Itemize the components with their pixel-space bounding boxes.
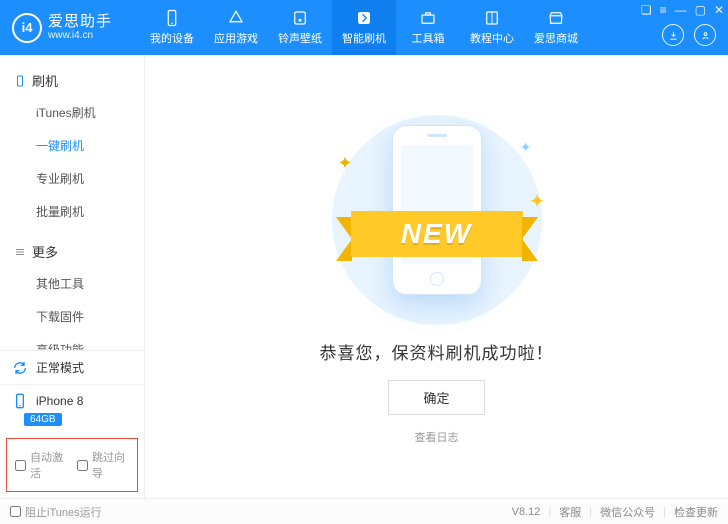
view-log-link[interactable]: 查看日志 — [415, 429, 459, 445]
sidebar: 刷机 iTunes刷机 一键刷机 专业刷机 批量刷机 更多 其他工具 下载固件 … — [0, 55, 145, 498]
bottom-options-box: 自动激活 跳过向导 — [6, 438, 138, 492]
sidebar-group-flash: 刷机 — [0, 65, 144, 96]
mode-label: 正常模式 — [36, 359, 84, 376]
support-link[interactable]: 客服 — [559, 504, 581, 520]
tab-my-device[interactable]: 我的设备 — [140, 0, 204, 55]
new-ribbon: NEW — [332, 205, 542, 263]
sparkle-icon: ✦ — [338, 153, 353, 174]
user-button[interactable] — [694, 24, 716, 46]
sidebar-item-download-firmware[interactable]: 下载固件 — [0, 300, 144, 333]
user-icon — [700, 30, 711, 41]
header-tabs: 我的设备 应用游戏 铃声壁纸 智能刷机 工具箱 教程中心 爱思商城 — [140, 0, 588, 55]
menu-icon[interactable]: ≡ — [660, 3, 667, 17]
wechat-link[interactable]: 微信公众号 — [600, 504, 655, 520]
check-update-link[interactable]: 检查更新 — [674, 504, 718, 520]
header-right-icons — [662, 24, 716, 46]
mode-row[interactable]: 正常模式 — [0, 351, 144, 385]
flash-icon — [355, 9, 373, 27]
minimize-button[interactable]: — — [675, 3, 687, 17]
app-name: 爱思助手 — [48, 13, 112, 30]
header: i4 爱思助手 www.i4.cn 我的设备 应用游戏 铃声壁纸 智能刷机 工具… — [0, 0, 728, 55]
capacity-badge: 64GB — [24, 413, 62, 426]
success-message: 恭喜您，保资料刷机成功啦！ — [320, 339, 554, 364]
tab-shop[interactable]: 爱思商城 — [524, 0, 588, 55]
checkbox-input[interactable] — [10, 506, 21, 517]
success-illustration: ✦ ✦ ✦ NEW — [322, 119, 552, 319]
device-row[interactable]: iPhone 8 — [0, 385, 144, 411]
phone-icon — [12, 393, 28, 409]
tab-smart-flash[interactable]: 智能刷机 — [332, 0, 396, 55]
body: 刷机 iTunes刷机 一键刷机 专业刷机 批量刷机 更多 其他工具 下载固件 … — [0, 55, 728, 498]
tab-tutorials[interactable]: 教程中心 — [460, 0, 524, 55]
phone-icon — [163, 9, 181, 27]
book-icon — [483, 9, 501, 27]
download-button[interactable] — [662, 24, 684, 46]
maximize-button[interactable]: ▢ — [695, 3, 706, 17]
device-label: iPhone 8 — [36, 394, 83, 408]
sidebar-item-other-tools[interactable]: 其他工具 — [0, 267, 144, 300]
sidebar-group-more: 更多 — [0, 236, 144, 267]
checkbox-input[interactable] — [77, 460, 88, 471]
tab-apps[interactable]: 应用游戏 — [204, 0, 268, 55]
toolbox-icon — [419, 9, 437, 27]
sidebar-item-advanced[interactable]: 高级功能 — [0, 333, 144, 350]
app-url: www.i4.cn — [48, 30, 112, 42]
logo[interactable]: i4 爱思助手 www.i4.cn — [0, 13, 140, 43]
sidebar-item-pro-flash[interactable]: 专业刷机 — [0, 162, 144, 195]
checkbox-block-itunes[interactable]: 阻止iTunes运行 — [10, 504, 102, 520]
window-controls: ❏ ≡ — ▢ ✕ — [641, 3, 724, 17]
checkbox-auto-activate[interactable]: 自动激活 — [15, 449, 67, 481]
checkbox-input[interactable] — [15, 460, 26, 471]
ok-button[interactable]: 确定 — [388, 380, 484, 415]
content: ✦ ✦ ✦ NEW 恭喜您，保资料刷机成功啦！ 确定 查看日志 — [145, 55, 728, 498]
download-icon — [668, 30, 679, 41]
shop-icon — [547, 9, 565, 27]
phone-icon — [14, 75, 26, 87]
music-icon — [291, 9, 309, 27]
tab-toolbox[interactable]: 工具箱 — [396, 0, 460, 55]
sidebar-item-oneclick-flash[interactable]: 一键刷机 — [0, 129, 144, 162]
close-button[interactable]: ✕ — [714, 3, 724, 17]
tab-ringtones[interactable]: 铃声壁纸 — [268, 0, 332, 55]
checkbox-skip-setup[interactable]: 跳过向导 — [77, 449, 129, 481]
tshirt-icon[interactable]: ❏ — [641, 3, 652, 17]
version-label: V8.12 — [512, 506, 541, 518]
sparkle-icon: ✦ — [520, 139, 532, 156]
sidebar-item-itunes-flash[interactable]: iTunes刷机 — [0, 96, 144, 129]
refresh-icon — [12, 360, 28, 376]
sidebar-status: 正常模式 iPhone 8 64GB 自动激活 跳过向导 — [0, 350, 144, 498]
sidebar-item-batch-flash[interactable]: 批量刷机 — [0, 195, 144, 228]
footer: 阻止iTunes运行 V8.12 | 客服 | 微信公众号 | 检查更新 — [0, 498, 728, 524]
list-icon — [14, 246, 26, 258]
apps-icon — [227, 9, 245, 27]
logo-icon: i4 — [12, 13, 42, 43]
